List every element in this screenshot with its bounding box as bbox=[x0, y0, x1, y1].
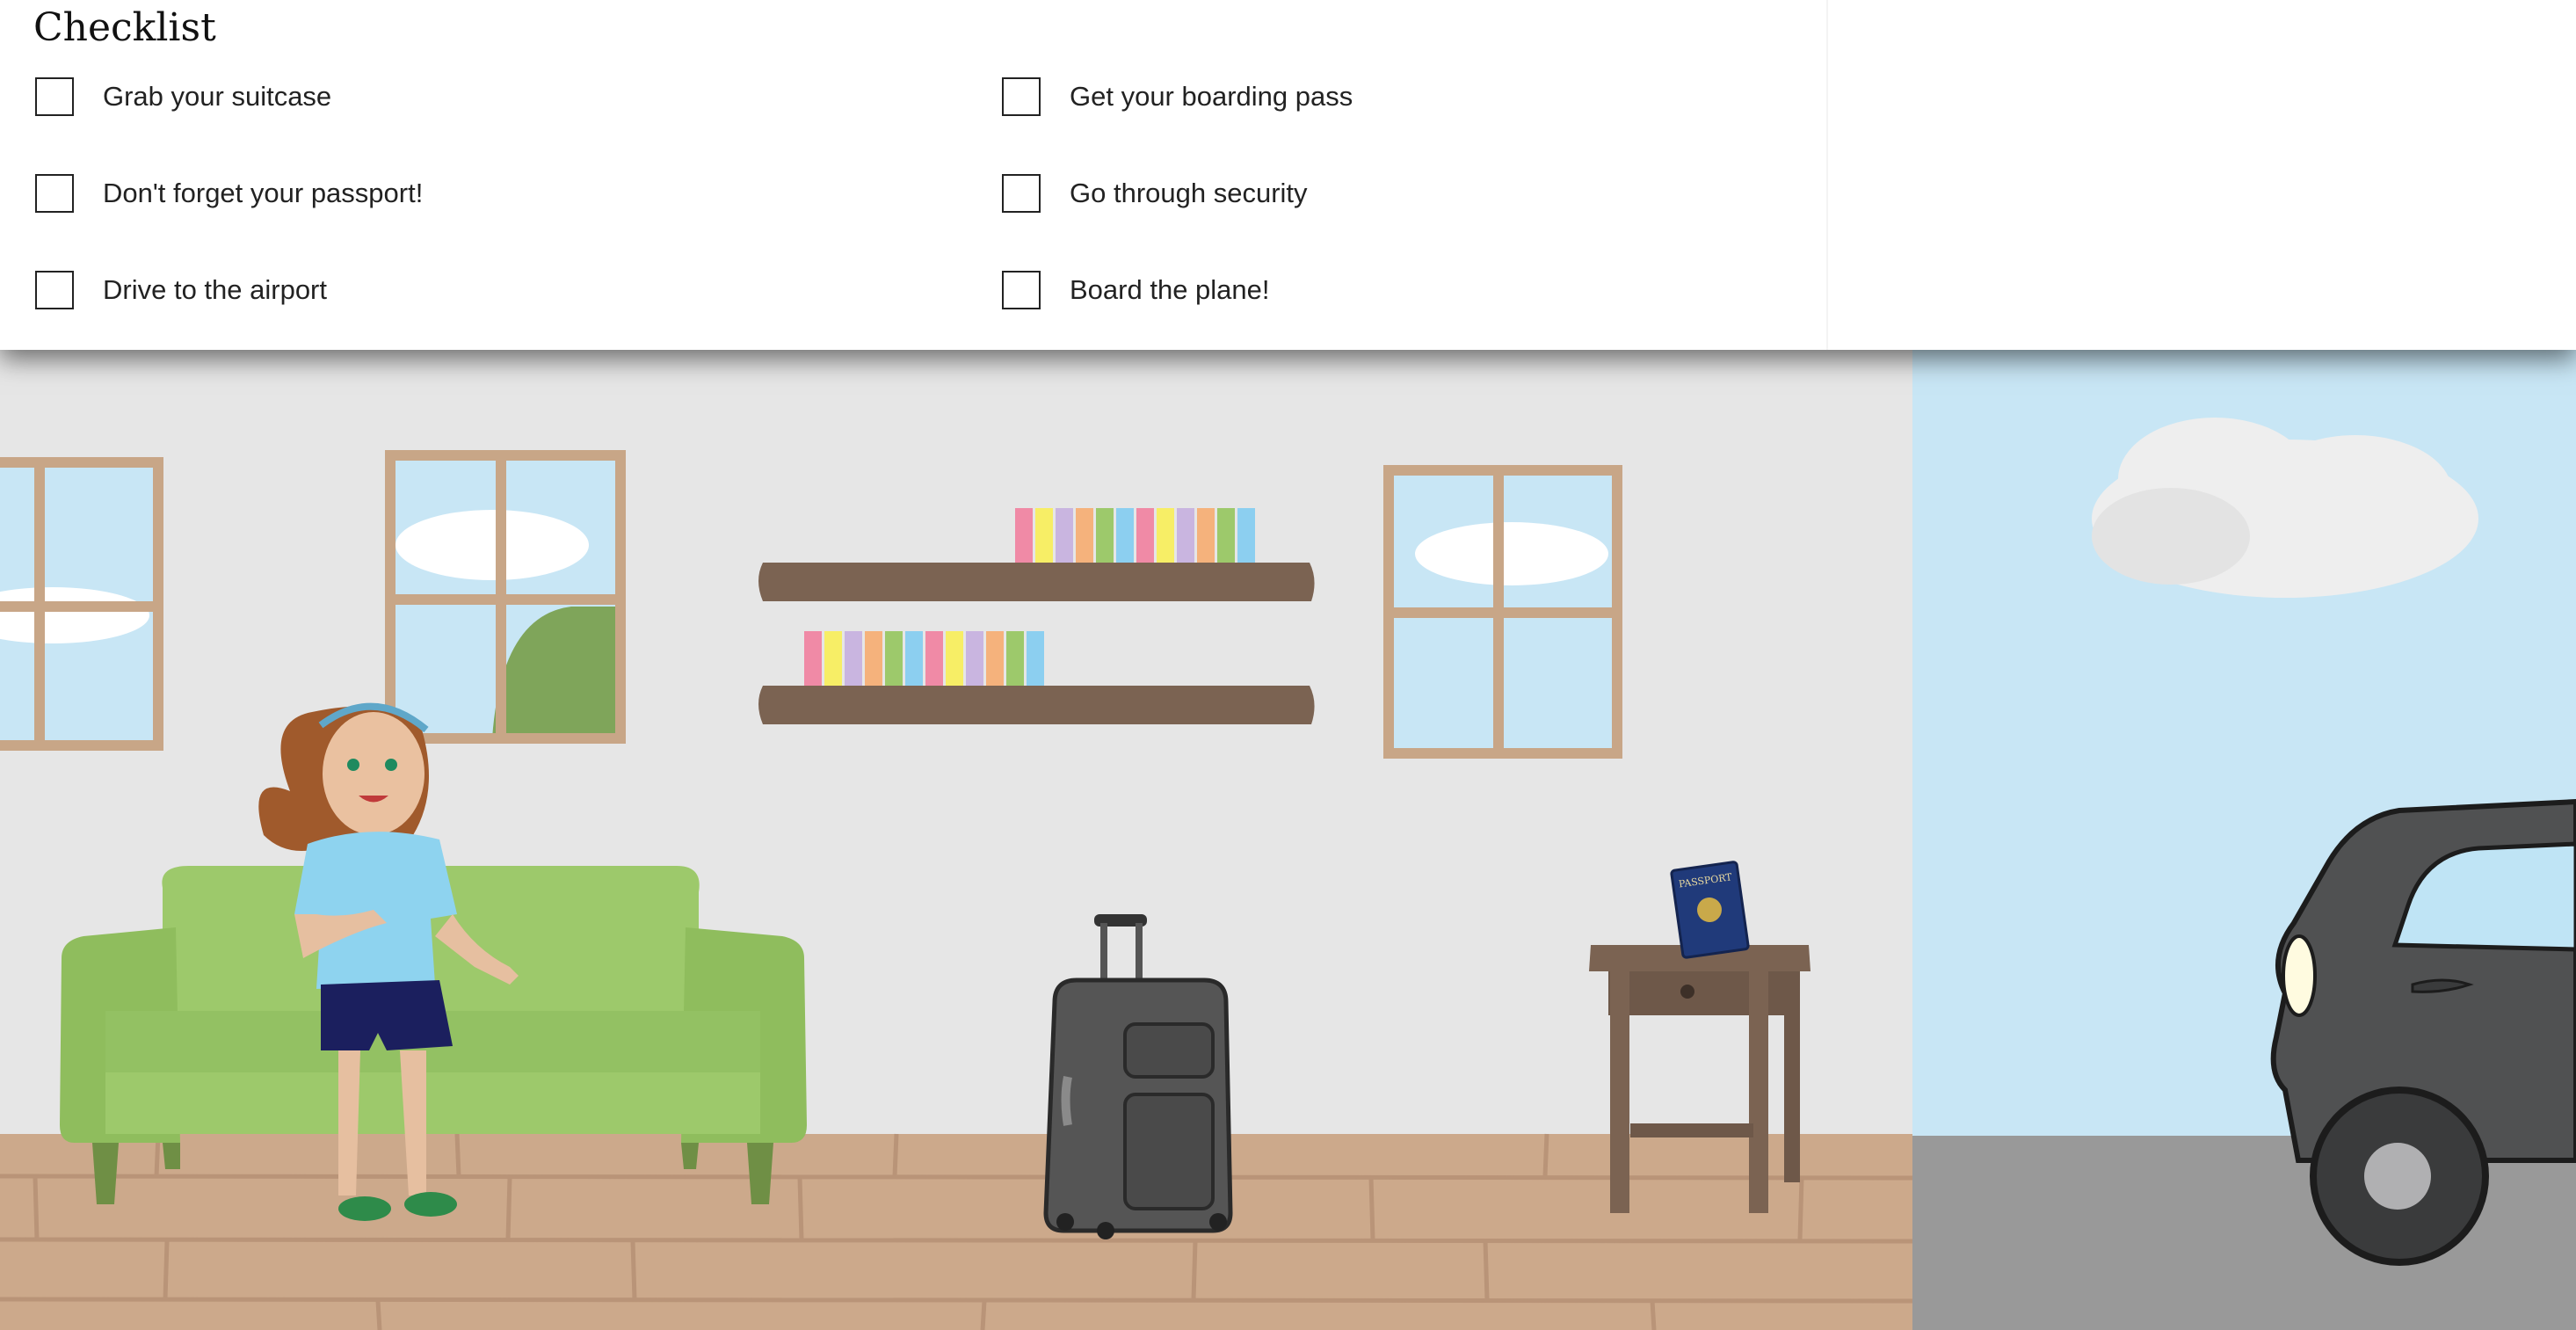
checklist-item-boarding-pass[interactable]: Get your boarding pass bbox=[1002, 70, 1353, 123]
window-middle bbox=[385, 450, 626, 744]
checkbox[interactable] bbox=[35, 174, 74, 213]
checklist-panel: Checklist Grab your suitcase Don't forge… bbox=[0, 0, 2576, 350]
passport: PASSPORT bbox=[1670, 861, 1750, 959]
window-left bbox=[0, 457, 163, 751]
checklist-item-grab-suitcase[interactable]: Grab your suitcase bbox=[35, 70, 331, 123]
checklist-item-security[interactable]: Go through security bbox=[1002, 167, 1308, 220]
checkbox[interactable] bbox=[35, 77, 74, 116]
window-right bbox=[1383, 465, 1622, 759]
checkbox[interactable] bbox=[1002, 271, 1041, 309]
checkbox[interactable] bbox=[35, 271, 74, 309]
checklist-item-label: Board the plane! bbox=[1070, 274, 1270, 305]
checklist-item-label: Get your boarding pass bbox=[1070, 81, 1353, 112]
checklist-item-label: Go through security bbox=[1070, 178, 1308, 208]
panel-divider bbox=[1826, 0, 1828, 350]
checklist-item-drive-airport[interactable]: Drive to the airport bbox=[35, 264, 327, 316]
checklist-item-board-plane[interactable]: Board the plane! bbox=[1002, 264, 1270, 316]
checklist-item-label: Don't forget your passport! bbox=[103, 178, 424, 208]
checkbox[interactable] bbox=[1002, 174, 1041, 213]
checklist-item-label: Grab your suitcase bbox=[103, 81, 332, 112]
checklist-title: Checklist bbox=[33, 5, 216, 50]
checkbox[interactable] bbox=[1002, 77, 1041, 116]
checklist-item-label: Drive to the airport bbox=[103, 274, 327, 305]
checklist-item-passport[interactable]: Don't forget your passport! bbox=[35, 167, 423, 220]
